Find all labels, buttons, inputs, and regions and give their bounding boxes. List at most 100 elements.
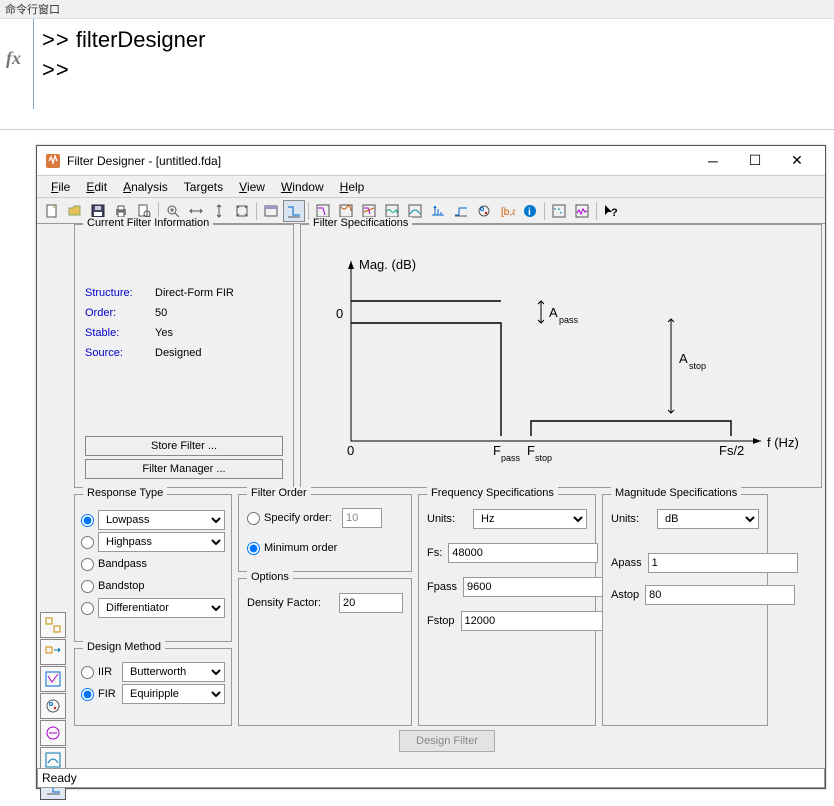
filter-manager-button[interactable]: Filter Manager ... (85, 459, 283, 479)
menu-file[interactable]: File (43, 178, 78, 196)
spec-diagram: Mag. (dB) 0 Apass Astop 0 Fpass Fstop Fs… (317, 241, 805, 471)
differentiator-select[interactable]: Differentiator (98, 598, 225, 618)
maximize-button[interactable]: ☐ (735, 149, 775, 173)
current-filter-info-panel: Current Filter Information Structure:Dir… (74, 224, 294, 488)
menubar: File Edit Analysis Targets View Window H… (37, 176, 825, 198)
titlebar[interactable]: Filter Designer - [untitled.fda] ─ ☐ ✕ (37, 146, 825, 176)
source-value: Designed (155, 343, 201, 363)
design-method-title: Design Method (83, 641, 165, 653)
menu-targets[interactable]: Targets (176, 178, 231, 196)
density-factor-input[interactable] (339, 593, 403, 613)
svg-text:A: A (679, 351, 688, 366)
menu-edit[interactable]: Edit (78, 178, 115, 196)
ribbon-btn-1[interactable] (40, 612, 66, 638)
fstop-label: Fstop (427, 615, 455, 627)
filter-spec-icon[interactable] (283, 200, 305, 222)
close-button[interactable]: ✕ (777, 149, 817, 173)
svg-text:stop: stop (535, 453, 552, 463)
options-title: Options (247, 571, 293, 583)
menu-help[interactable]: Help (332, 178, 373, 196)
structure-value: Direct-Form FIR (155, 283, 234, 303)
freq-spec-title: Frequency Specifications (427, 487, 558, 499)
svg-text:pass: pass (501, 453, 521, 463)
statusbar: Ready (37, 768, 825, 788)
menu-view[interactable]: View (231, 178, 273, 196)
apass-input[interactable] (648, 553, 798, 573)
command-window-title: 命令行窗口 (0, 0, 834, 19)
new-icon[interactable] (41, 200, 63, 222)
store-filter-button[interactable]: Store Filter ... (85, 436, 283, 456)
highpass-select[interactable]: Highpass (98, 532, 225, 552)
structure-label: Structure: (85, 283, 155, 303)
iir-label: IIR (98, 666, 122, 678)
specify-order-label: Specify order: (264, 512, 342, 524)
specify-order-input (342, 508, 382, 528)
fstop-input[interactable] (461, 611, 611, 631)
stable-value: Yes (155, 323, 173, 343)
stable-label: Stable: (85, 323, 155, 343)
bandstop-radio[interactable] (81, 580, 94, 593)
menu-window[interactable]: Window (273, 178, 332, 196)
freq-units-select[interactable]: Hz (473, 509, 587, 529)
differentiator-radio[interactable] (81, 602, 94, 615)
fir-select[interactable]: Equiripple (122, 684, 225, 704)
mag-response-estimate-icon[interactable] (548, 200, 570, 222)
minimize-button[interactable]: ─ (693, 149, 733, 173)
order-value: 50 (155, 303, 167, 323)
whats-this-icon[interactable]: ? (600, 200, 622, 222)
fir-label: FIR (98, 688, 122, 700)
fs-input[interactable] (448, 543, 598, 563)
svg-text:[b,a]: [b,a] (501, 207, 515, 218)
mag-spec-title: Magnitude Specifications (611, 487, 741, 499)
step-response-icon[interactable] (450, 200, 472, 222)
ribbon-btn-5[interactable] (40, 720, 66, 746)
impulse-response-icon[interactable] (427, 200, 449, 222)
round-off-noise-icon[interactable] (571, 200, 593, 222)
svg-text:Mag. (dB): Mag. (dB) (359, 257, 416, 272)
lowpass-radio[interactable] (81, 514, 94, 527)
response-type-title: Response Type (83, 487, 167, 499)
svg-text:i: i (528, 207, 531, 218)
mag-units-select[interactable]: dB (657, 509, 759, 529)
ribbon-btn-3[interactable] (40, 666, 66, 692)
specify-order-radio[interactable] (247, 512, 260, 525)
command-window: 命令行窗口 fx >> filterDesigner >> (0, 0, 834, 130)
astop-input[interactable] (645, 585, 795, 605)
ribbon-btn-4[interactable] (40, 693, 66, 719)
bandpass-label: Bandpass (98, 558, 147, 570)
filter-coeffs-icon[interactable]: [b,a] (496, 200, 518, 222)
bandpass-radio[interactable] (81, 558, 94, 571)
lowpass-select[interactable]: Lowpass (98, 510, 225, 530)
svg-text:0: 0 (347, 443, 354, 458)
status-text: Ready (42, 771, 77, 785)
fx-icon: fx (6, 48, 21, 69)
app-icon (45, 153, 61, 169)
order-label: Order: (85, 303, 155, 323)
menu-analysis[interactable]: Analysis (115, 178, 176, 196)
window-title: Filter Designer - [untitled.fda] (67, 154, 693, 168)
ribbon-btn-2[interactable] (40, 639, 66, 665)
iir-select[interactable]: Butterworth (122, 662, 225, 682)
design-filter-button: Design Filter (399, 730, 495, 752)
command-lines[interactable]: >> filterDesigner >> (34, 19, 213, 109)
zoom-fit-icon[interactable] (231, 200, 253, 222)
full-view-icon[interactable] (260, 200, 282, 222)
mag-units-label: Units: (611, 513, 651, 525)
highpass-radio[interactable] (81, 536, 94, 549)
iir-radio[interactable] (81, 666, 94, 679)
command-text: filterDesigner (76, 27, 206, 52)
minimum-order-radio[interactable] (247, 542, 260, 555)
fpass-input[interactable] (463, 577, 613, 597)
filter-info-icon[interactable]: i (519, 200, 541, 222)
svg-text:Fs/2: Fs/2 (719, 443, 744, 458)
fir-radio[interactable] (81, 688, 94, 701)
response-type-panel: Response Type Lowpass Highpass Bandpass … (74, 494, 232, 642)
astop-label: Astop (611, 589, 639, 601)
svg-text:A: A (549, 305, 558, 320)
source-label: Source: (85, 343, 155, 363)
fs-label: Fs: (427, 547, 442, 559)
prompt-symbol: >> (42, 27, 70, 52)
pole-zero-icon[interactable] (473, 200, 495, 222)
svg-text:pass: pass (559, 315, 579, 325)
apass-label: Apass (611, 557, 642, 569)
